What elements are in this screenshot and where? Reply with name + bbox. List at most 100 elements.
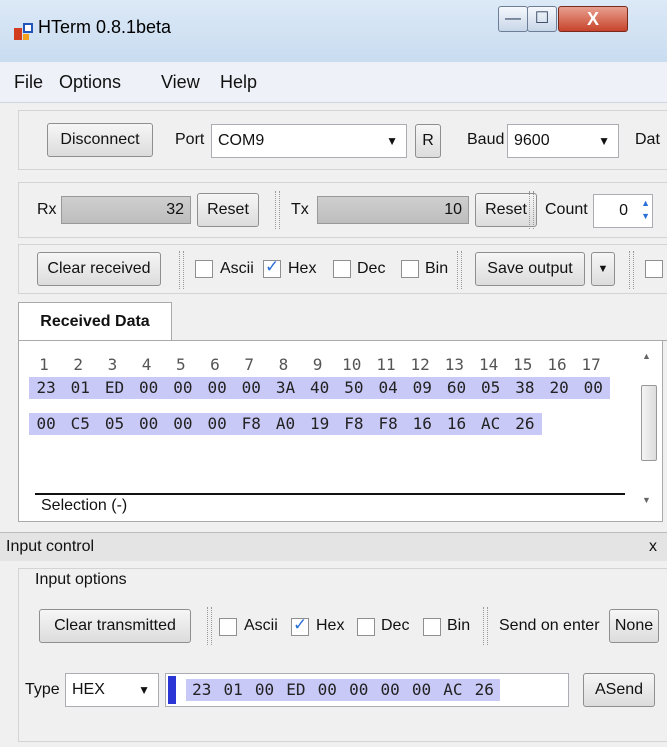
ascii-checkbox[interactable] <box>195 260 213 278</box>
dec-label: Dec <box>357 260 386 277</box>
received-byte: 23 <box>29 377 64 399</box>
transmit-input[interactable]: 23 01 00 ED 00 00 00 00 AC 26 <box>165 673 569 707</box>
received-data-panel: 1 2 3 4 5 6 7 8 9 10 11 12 13 14 15 16 17 23 01 ED 00 00 00 00… <box>18 340 663 522</box>
close-icon: X <box>586 9 599 29</box>
input-hex-label: Hex <box>316 617 345 634</box>
minimize-button[interactable]: — <box>498 6 528 32</box>
maximize-button[interactable]: ☐ <box>527 6 557 32</box>
cursor-marker <box>168 676 176 704</box>
clear-transmitted-button[interactable]: Clear transmitted <box>39 609 191 643</box>
port-select[interactable]: COM9 ▼ <box>211 124 407 158</box>
separator <box>275 191 280 229</box>
column-number: 3 <box>107 355 118 374</box>
input-bin-label: Bin <box>447 617 471 634</box>
scroll-down-icon[interactable]: ▼ <box>642 495 651 505</box>
rx-reset-button[interactable]: Reset <box>197 193 259 227</box>
type-label: Type <box>25 681 60 698</box>
tab-received-data[interactable]: Received Data <box>18 302 172 341</box>
title-bar: HTerm 0.8.1beta — ☐ X <box>0 0 667 62</box>
refresh-ports-button[interactable]: R <box>415 124 441 158</box>
tx-reset-button[interactable]: Reset <box>475 193 537 227</box>
vertical-scrollbar[interactable]: ▲ ▼ <box>638 345 660 517</box>
received-byte: ED <box>97 377 132 399</box>
menu-help[interactable]: Help <box>220 72 257 93</box>
asend-button[interactable]: ASend <box>583 673 655 707</box>
tx-label: Tx <box>291 201 309 218</box>
disconnect-button[interactable]: Disconnect <box>47 123 153 157</box>
input-hex-checkbox[interactable]: ✓ <box>291 615 309 636</box>
maximize-icon: ☐ <box>534 10 550 27</box>
save-output-menu-button[interactable]: ▼ <box>591 252 615 286</box>
input-dec-label: Dec <box>381 617 410 634</box>
received-byte: 01 <box>63 377 98 399</box>
chevron-down-icon: ▼ <box>386 134 398 148</box>
column-number: 11 <box>376 355 396 374</box>
tab-bar: Received Data <box>18 298 667 341</box>
input-dec-checkbox[interactable] <box>357 618 375 636</box>
send-on-enter-select[interactable]: None <box>609 609 659 643</box>
input-options-group: Input options Clear transmitted Ascii ✓ … <box>18 568 667 742</box>
received-byte: 40 <box>302 377 337 399</box>
received-byte: 60 <box>439 377 474 399</box>
type-select[interactable]: HEX ▼ <box>65 673 159 707</box>
input-byte: 00 <box>405 679 438 701</box>
dec-checkbox[interactable] <box>333 260 351 278</box>
column-number: 2 <box>73 355 83 374</box>
column-number: 12 <box>410 355 430 374</box>
connection-toolbar: Disconnect Port COM9 ▼ R Baud 9600 ▼ Dat <box>18 110 667 170</box>
received-byte: 00 <box>131 413 166 435</box>
received-byte: 16 <box>405 413 440 435</box>
separator <box>207 607 212 645</box>
baud-select[interactable]: 9600 ▼ <box>507 124 619 158</box>
received-byte: 20 <box>542 377 577 399</box>
check-icon: ✓ <box>293 615 308 634</box>
menu-options[interactable]: Options <box>59 72 121 93</box>
count-spinner[interactable]: 0 ▲ ▼ <box>593 194 653 228</box>
scroll-up-icon[interactable]: ▲ <box>642 351 651 361</box>
received-byte: C5 <box>63 413 98 435</box>
column-number: 13 <box>444 355 465 374</box>
received-byte: F8 <box>234 413 269 435</box>
column-number: 4 <box>141 355 152 374</box>
input-bin-checkbox[interactable] <box>423 618 441 636</box>
received-byte: F8 <box>336 413 371 435</box>
baud-label: Baud <box>467 131 505 148</box>
received-byte: 16 <box>439 413 474 435</box>
scroll-thumb[interactable] <box>641 385 657 461</box>
input-byte: AC <box>437 679 469 701</box>
clear-received-button[interactable]: Clear received <box>37 252 161 286</box>
menu-view[interactable]: View <box>161 72 200 93</box>
column-number: 10 <box>342 355 362 374</box>
bin-checkbox[interactable] <box>401 260 419 278</box>
close-button[interactable]: X <box>558 6 628 32</box>
received-byte: 00 <box>131 377 166 399</box>
input-ascii-checkbox[interactable] <box>219 618 237 636</box>
input-byte: 00 <box>343 679 375 701</box>
column-number: 8 <box>278 355 289 374</box>
hex-checkbox[interactable]: ✓ <box>263 257 281 278</box>
send-on-enter-label: Send on enter <box>499 617 600 634</box>
save-output-button[interactable]: Save output <box>475 252 585 286</box>
close-icon[interactable]: x <box>649 533 657 561</box>
column-number: 15 <box>513 355 533 374</box>
column-number: 14 <box>478 355 499 374</box>
column-number: 16 <box>547 355 567 374</box>
rx-count: 32 <box>61 196 191 224</box>
chevron-down-icon: ▼ <box>138 683 150 697</box>
received-byte: 00 <box>576 377 611 399</box>
spinner-arrows-icon[interactable]: ▲ ▼ <box>641 197 650 223</box>
column-number: 9 <box>312 355 323 374</box>
received-byte: 00 <box>165 413 200 435</box>
column-number: 6 <box>210 355 220 374</box>
extra-checkbox[interactable] <box>645 260 663 278</box>
received-byte: 05 <box>473 377 508 399</box>
ascii-label: Ascii <box>220 260 254 277</box>
received-byte: 00 <box>200 413 235 435</box>
menu-file[interactable]: File <box>14 72 43 93</box>
received-byte: 00 <box>234 377 269 399</box>
tx-count: 10 <box>317 196 469 224</box>
separator <box>179 251 184 289</box>
input-byte: 00 <box>374 679 406 701</box>
input-options-label: Input options <box>35 571 127 588</box>
separator <box>529 191 534 229</box>
